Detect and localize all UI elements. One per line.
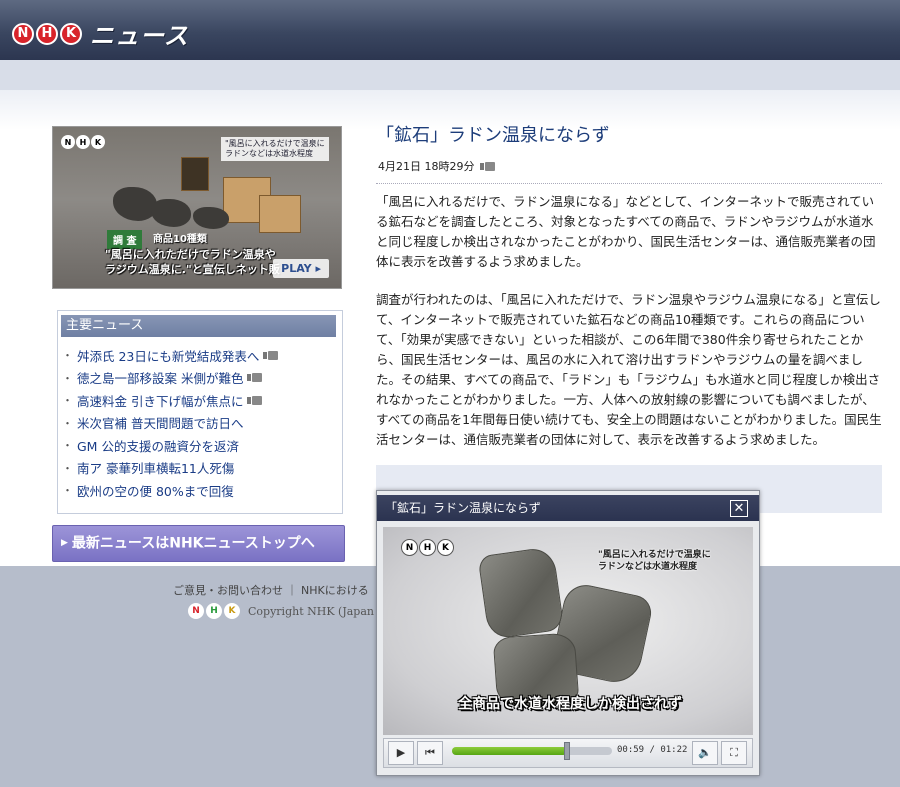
article-paragraph-2: 調査が行われたのは、「風呂に入れただけで、ラドン温泉やラジウム温泉になる」と宣伝… [376, 292, 882, 447]
news-item[interactable]: ・欧州の空の便 80%まで回復 [62, 479, 279, 502]
thumb-logo-h: H [76, 135, 90, 149]
news-item-text[interactable]: 南ア 豪華列車横転11人死傷 [77, 458, 234, 477]
seek-bar-progress [452, 747, 568, 755]
seek-handle[interactable] [564, 742, 571, 760]
arrow-right-icon: ▶ [61, 538, 68, 548]
video-camera-icon [247, 395, 263, 405]
ore-stone [477, 546, 565, 640]
thumbnail-label-items: 商品10種類 [153, 234, 207, 245]
screen-nhk-logo: N H K [401, 539, 454, 556]
timestamp-text: 4月21日 18時29分 [378, 160, 475, 173]
sub-navigation-bar [0, 60, 900, 90]
volume-icon[interactable]: 🔈 [692, 741, 718, 765]
footer-copyright: N H K Copyright NHK (Japan Br [188, 603, 391, 619]
news-item[interactable]: ・米次官補 普天間問題で訪日へ [62, 412, 279, 435]
product-rock [151, 199, 191, 227]
thumbnail-top-caption: "風呂に入れるだけで温泉に ラドンなどは水道水程度 [221, 137, 329, 161]
footer-logo-h: H [206, 603, 222, 619]
close-icon[interactable]: ✕ [730, 500, 748, 517]
bullet: ・ [62, 349, 73, 363]
screen-logo-h: H [419, 539, 436, 556]
logo-letter-h: H [36, 22, 58, 45]
logo-text: ニュース [90, 22, 189, 50]
top-button-label: 最新ニュースはNHKニューストップへ [71, 535, 315, 552]
thumbnail-bottom-caption: "風呂に入れただけでラドン温泉や ラジウム温泉に."と宣伝しネット販 [105, 248, 280, 276]
skip-back-icon[interactable]: ⏮ [417, 741, 443, 765]
bullet: ・ [62, 371, 73, 385]
seek-bar[interactable] [452, 747, 612, 755]
bullet: ・ [62, 484, 73, 498]
footer-logo-n: N [188, 603, 204, 619]
bullet: ・ [62, 394, 73, 408]
video-camera-icon[interactable] [479, 161, 496, 171]
thumbnail-nhk-logo: N H K [61, 135, 105, 149]
video-screen[interactable]: N H K "風呂に入れるだけで温泉に ラドンなどは水道水程度 全商品で水道水程… [383, 527, 753, 735]
nhk-news-logo[interactable]: N H K ニュース [12, 16, 189, 51]
video-subtitle: 全商品で水道水程度しか検出されず [458, 696, 682, 712]
news-item-text[interactable]: 高速料金 引き下げ幅が焦点に [77, 391, 243, 410]
logo-letter-k: K [60, 22, 82, 45]
news-item-text[interactable]: 欧州の空の便 80%まで回復 [77, 481, 234, 500]
screen-caption: "風呂に入れるだけで温泉に ラドンなどは水道水程度 [598, 550, 711, 572]
playback-time: 00:59 / 01:22 [617, 745, 688, 755]
major-news-title: 主要ニュース [61, 315, 336, 337]
player-title: 「鉱石」ラドン温泉にならず [385, 501, 541, 515]
bullet: ・ [62, 461, 73, 475]
site-header: N H K ニュース [0, 0, 900, 60]
article-paragraph-1: 「風呂に入れるだけで、ラドン温泉になる」などとして、インターネットで販売されてい… [376, 194, 876, 269]
article-title: 「鉱石」ラドン温泉にならず [376, 125, 610, 146]
thumb-logo-n: N [61, 135, 75, 149]
video-thumbnail[interactable]: N H K "風呂に入れるだけで温泉に ラドンなどは水道水程度 調 査 商品10… [52, 126, 342, 289]
article-timestamp: 4月21日 18時29分 [378, 158, 496, 174]
news-item-text[interactable]: 舛添氏 23日にも新党結成発表へ [77, 346, 259, 365]
product-box [181, 157, 209, 191]
news-item[interactable]: ・舛添氏 23日にも新党結成発表へ [62, 344, 279, 367]
news-item[interactable]: ・南ア 豪華列車横転11人死傷 [62, 457, 279, 480]
nhk-news-top-button[interactable]: ▶ 最新ニュースはNHKニューストップへ [52, 525, 345, 562]
footer-logo-k: K [224, 603, 240, 619]
footer-links[interactable]: ご意見・お問い合わせ ｜ NHKにおける [173, 582, 369, 598]
product-box [259, 195, 301, 233]
major-news-list: ・舛添氏 23日にも新党結成発表へ ・徳之島一部移設案 米側が難色 ・高速料金 … [62, 344, 279, 502]
screen-logo-k: K [437, 539, 454, 556]
player-title-bar: 「鉱石」ラドン温泉にならず [377, 495, 759, 521]
bullet: ・ [62, 416, 73, 430]
video-camera-icon [263, 350, 279, 360]
product-rock [113, 187, 157, 221]
news-item[interactable]: ・徳之島一部移設案 米側が難色 [62, 367, 279, 390]
bullet: ・ [62, 439, 73, 453]
divider [376, 183, 882, 184]
copyright-text: Copyright NHK (Japan Br [248, 604, 391, 618]
news-item[interactable]: ・高速料金 引き下げ幅が焦点に [62, 389, 279, 412]
screen-logo-n: N [401, 539, 418, 556]
play-button[interactable]: PLAY ▸ [273, 259, 329, 278]
video-camera-icon [247, 373, 263, 383]
news-item-text[interactable]: GM 公的支援の融資分を返済 [77, 436, 239, 455]
news-item-text[interactable]: 徳之島一部移設案 米側が難色 [77, 368, 243, 387]
news-item[interactable]: ・ GM 公的支援の融資分を返済 [62, 434, 279, 457]
logo-letter-n: N [12, 22, 34, 45]
play-icon[interactable]: ▶ [388, 741, 414, 765]
thumb-logo-k: K [91, 135, 105, 149]
news-item-text[interactable]: 米次官補 普天間問題で訪日へ [77, 413, 243, 432]
product-rock [193, 207, 229, 229]
fullscreen-icon[interactable]: ⛶ [721, 741, 747, 765]
